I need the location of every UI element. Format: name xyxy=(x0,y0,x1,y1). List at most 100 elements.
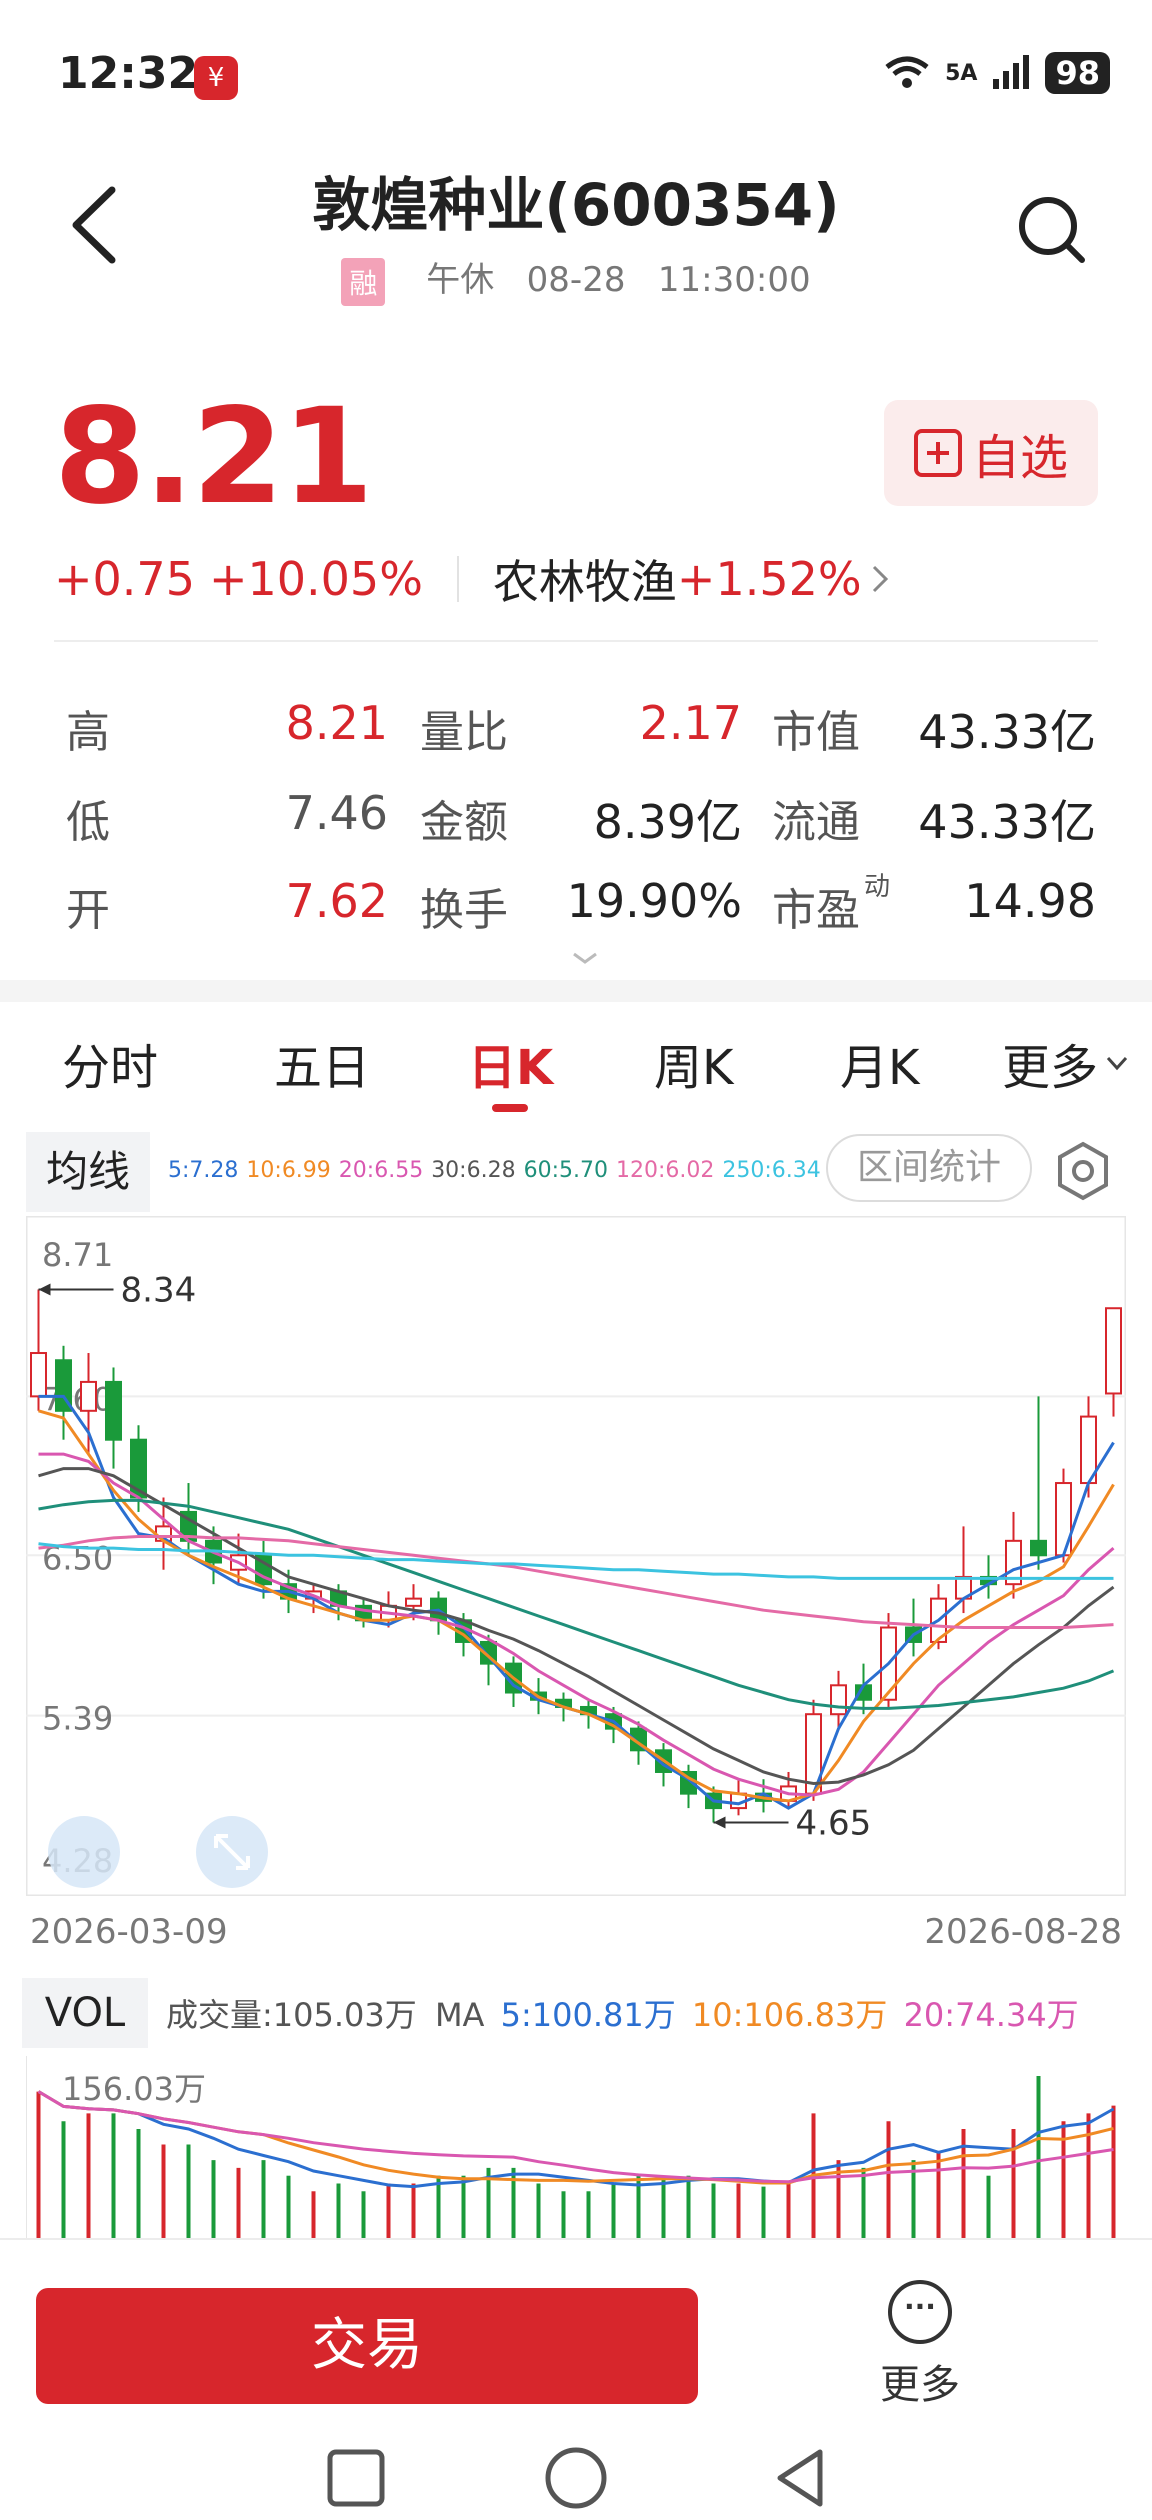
home-button[interactable] xyxy=(545,2447,607,2509)
battery-indicator: 98 xyxy=(1045,52,1110,94)
ma-value: 120:6.02 xyxy=(615,1158,715,1183)
x-axis-start: 2026-03-09 xyxy=(30,1912,228,1952)
tab-timeshare[interactable]: 分时 xyxy=(62,1028,158,1098)
vol-selector[interactable]: VOL xyxy=(22,1978,148,2048)
candle-body xyxy=(105,1380,122,1441)
ma-value: 60:5.70 xyxy=(523,1158,608,1183)
quote-value: 19.90% xyxy=(566,874,742,928)
quote-value: 43.33亿 xyxy=(918,795,1096,849)
tab-five-day[interactable]: 五日 xyxy=(274,1028,370,1098)
chevron-down-icon xyxy=(1106,1056,1128,1071)
trading-status: 融 午休 08-28 11:30:00 xyxy=(0,252,1152,306)
volume-ma20: 20:74.34万 xyxy=(903,1996,1079,2034)
volume-ma10: 10:106.83万 xyxy=(691,1996,888,2034)
session-status: 午休 xyxy=(426,260,495,300)
more-icon: ··· xyxy=(888,2280,952,2344)
candle-body xyxy=(1105,1307,1122,1395)
ma-line-ma5 xyxy=(38,1394,1115,1810)
ma-line-ma10 xyxy=(38,1409,1115,1803)
sector-name: 农林牧渔 xyxy=(492,555,677,609)
tab-week-k[interactable]: 周K xyxy=(654,1028,733,1098)
recents-button[interactable] xyxy=(327,2449,385,2507)
quote-value: 2.17 xyxy=(639,696,742,750)
watch-label: 自选 xyxy=(971,430,1068,486)
quote-value: 7.62 xyxy=(285,874,388,928)
wifi-icon xyxy=(885,56,929,88)
tab-more-label: 更多 xyxy=(1002,1040,1099,1096)
quote-time: 11:30:00 xyxy=(657,260,811,300)
range-stats-button[interactable]: 区间统计 xyxy=(826,1134,1032,1202)
tab-more[interactable]: 更多 xyxy=(1002,1028,1132,1098)
quote-date: 08-28 xyxy=(526,260,626,300)
volume-current: 成交量:105.03万 xyxy=(166,1996,417,2034)
tab-month-k[interactable]: 月K xyxy=(840,1028,919,1098)
ma-line-ma20 xyxy=(38,1452,1115,1797)
quote-label: 低 xyxy=(66,797,110,848)
more-button[interactable]: ··· 更多 xyxy=(860,2280,980,2420)
divider xyxy=(54,640,1098,642)
chevron-right-icon xyxy=(872,565,888,593)
signal-icon xyxy=(993,55,1030,89)
ma-value: 20:6.55 xyxy=(338,1158,424,1183)
quote-label: 市盈 xyxy=(772,885,860,936)
ma-value: 10:6.99 xyxy=(246,1158,331,1183)
quote-value: 8.39亿 xyxy=(593,795,742,849)
y-tick-label: 5.39 xyxy=(42,1700,113,1738)
tab-day-k[interactable]: 日K xyxy=(468,1028,553,1098)
y-tick-label: 8.71 xyxy=(42,1236,113,1274)
app-notification-icon: ¥ xyxy=(194,56,238,100)
volume-ma-label: MA xyxy=(434,1996,485,2034)
ma-line-ma60 xyxy=(38,1498,1115,1710)
quote-value: 14.98 xyxy=(964,874,1096,928)
stock-title: 敦煌种业(600354) xyxy=(312,171,840,239)
active-tab-indicator xyxy=(492,1104,528,1112)
ma-selector[interactable]: 均线 xyxy=(26,1132,150,1212)
trade-button[interactable]: 交易 xyxy=(36,2288,698,2404)
sector-link[interactable]: 农林牧渔 +1.52% xyxy=(493,546,892,612)
back-nav-button[interactable] xyxy=(777,2449,823,2507)
volume-summary: 成交量:105.03万 MA 5:100.81万 10:106.83万 20:7… xyxy=(166,1990,1079,2036)
quote-label: 量比 xyxy=(420,707,508,758)
quote-label-superscript: 动 xyxy=(864,872,891,902)
quote-value: 7.46 xyxy=(285,786,388,840)
sector-change: +1.52% xyxy=(676,552,862,606)
volume-chart[interactable]: 156.03万 xyxy=(26,2056,1126,2238)
ma-value: 30:6.28 xyxy=(431,1158,516,1183)
change-row: +0.75 +10.05% 农林牧渔 +1.52% xyxy=(54,546,892,612)
kline-chart[interactable]: 8.717.606.505.394.288.344.65 xyxy=(26,1216,1126,1896)
quote-label: 流通 xyxy=(772,797,860,848)
system-nav-bar xyxy=(327,2447,823,2509)
add-watchlist-button[interactable]: 自选 xyxy=(884,400,1098,506)
candle-body xyxy=(1030,1539,1047,1557)
volume-max-label: 156.03万 xyxy=(62,2070,206,2108)
price-change-pct: +10.05% xyxy=(208,552,423,606)
candle-body xyxy=(30,1352,47,1398)
candle-body xyxy=(405,1597,422,1607)
x-axis-end: 2026-08-28 xyxy=(924,1912,1122,1952)
ma-value: 250:6.34 xyxy=(722,1158,821,1183)
chart-toggle-button[interactable] xyxy=(48,1816,120,1888)
quote-value: 8.21 xyxy=(285,696,388,750)
quote-label: 金额 xyxy=(420,797,508,848)
plus-icon xyxy=(913,429,962,477)
candle-body xyxy=(80,1380,97,1412)
status-icons: 5A 98 xyxy=(883,52,1110,94)
quote-label: 开 xyxy=(66,885,110,936)
search-icon[interactable] xyxy=(1012,190,1092,270)
ma-value: 5:7.28 xyxy=(168,1158,239,1183)
candle-body xyxy=(830,1684,847,1716)
quote-label: 高 xyxy=(66,707,110,758)
status-time: 12:32 xyxy=(58,48,199,99)
low-label: 4.65 xyxy=(796,1804,872,1844)
low-marker-arrow xyxy=(713,1816,726,1829)
quote-label: 市值 xyxy=(772,707,860,758)
y-tick-label: 7.60 xyxy=(42,1380,113,1418)
quote-value: 43.33亿 xyxy=(918,705,1096,759)
margin-badge: 融 xyxy=(341,257,386,306)
volume-ma5: 5:100.81万 xyxy=(500,1996,676,2034)
section-divider xyxy=(0,980,1152,1002)
high-marker-arrow xyxy=(38,1283,51,1296)
ma-values: 5:7.28 10:6.99 20:6.55 30:6.28 60:5.70 120:6.… xyxy=(168,1158,821,1183)
settings-icon[interactable] xyxy=(1050,1138,1116,1204)
expand-chevron-icon[interactable] xyxy=(570,948,600,968)
